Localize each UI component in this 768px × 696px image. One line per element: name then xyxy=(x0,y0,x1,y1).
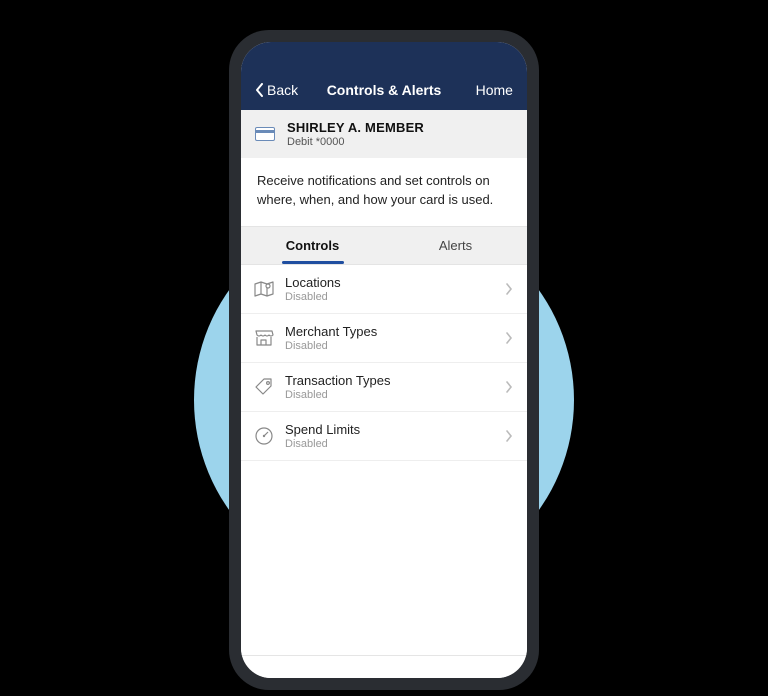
item-title: Merchant Types xyxy=(285,324,495,339)
chevron-right-icon xyxy=(505,332,513,344)
page-title: Controls & Alerts xyxy=(327,82,442,98)
tab-bar: Controls Alerts xyxy=(241,226,527,265)
cardholder-name: SHIRLEY A. MEMBER xyxy=(287,120,424,135)
item-status: Disabled xyxy=(285,340,495,352)
item-merchant-types[interactable]: Merchant Types Disabled xyxy=(241,314,527,363)
tag-icon xyxy=(253,376,275,398)
item-status: Disabled xyxy=(285,389,495,401)
store-icon xyxy=(253,327,275,349)
chevron-right-icon xyxy=(505,381,513,393)
item-locations[interactable]: Locations Disabled xyxy=(241,265,527,314)
gauge-icon xyxy=(253,425,275,447)
content-fill xyxy=(241,461,527,656)
item-title: Locations xyxy=(285,275,495,290)
home-button[interactable]: Home xyxy=(453,82,513,98)
footer-space xyxy=(241,656,527,678)
credit-card-icon xyxy=(255,127,275,141)
map-icon xyxy=(253,278,275,300)
chevron-left-icon xyxy=(255,83,265,97)
item-title: Transaction Types xyxy=(285,373,495,388)
phone-screen: Back Controls & Alerts Home SHIRLEY A. M… xyxy=(241,42,527,678)
status-bar xyxy=(241,42,527,70)
item-title: Spend Limits xyxy=(285,422,495,437)
card-summary: SHIRLEY A. MEMBER Debit *0000 xyxy=(241,110,527,158)
item-transaction-types[interactable]: Transaction Types Disabled xyxy=(241,363,527,412)
item-status: Disabled xyxy=(285,291,495,303)
phone-frame: Back Controls & Alerts Home SHIRLEY A. M… xyxy=(229,30,539,690)
chevron-right-icon xyxy=(505,283,513,295)
controls-list: Locations Disabled Merchant Types Disabl… xyxy=(241,265,527,461)
tab-controls[interactable]: Controls xyxy=(241,227,384,264)
chevron-right-icon xyxy=(505,430,513,442)
description-text: Receive notifications and set controls o… xyxy=(241,158,527,226)
item-status: Disabled xyxy=(285,438,495,450)
nav-bar: Back Controls & Alerts Home xyxy=(241,70,527,110)
back-button[interactable]: Back xyxy=(255,82,315,98)
item-spend-limits[interactable]: Spend Limits Disabled xyxy=(241,412,527,461)
tab-alerts[interactable]: Alerts xyxy=(384,227,527,264)
back-label: Back xyxy=(267,82,298,98)
card-last4: Debit *0000 xyxy=(287,136,424,148)
